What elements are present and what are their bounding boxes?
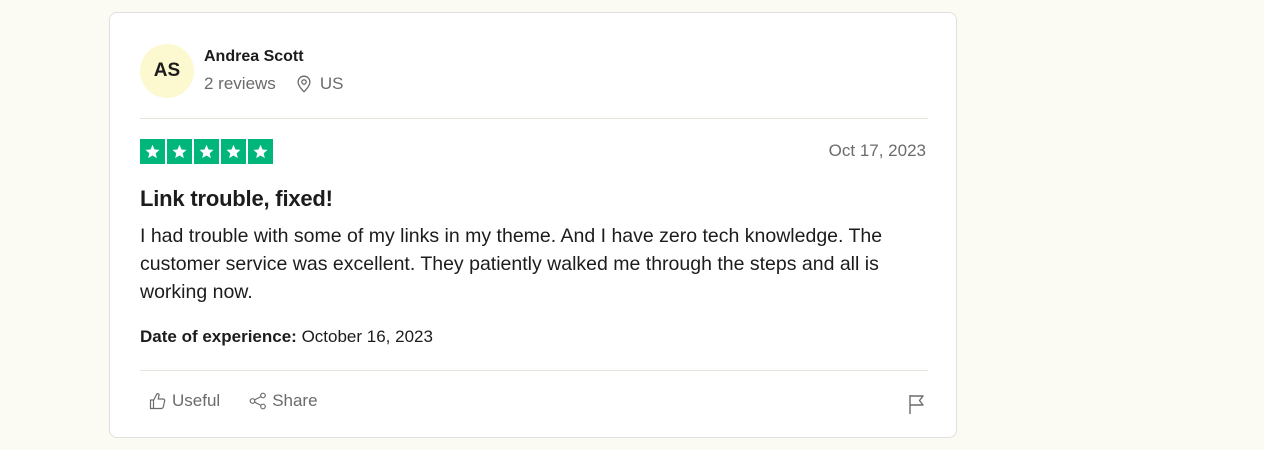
experience-label: Date of experience: <box>140 327 297 346</box>
star-icon <box>194 139 219 164</box>
share-icon <box>249 392 267 410</box>
share-label: Share <box>272 391 318 410</box>
header-divider <box>140 118 928 119</box>
share-button[interactable]: Share <box>248 391 318 411</box>
map-pin-icon <box>297 75 311 93</box>
star-icon <box>248 139 273 164</box>
report-button[interactable] <box>907 393 927 420</box>
useful-label: Useful <box>172 391 221 410</box>
useful-button[interactable]: Useful <box>148 391 220 411</box>
star-icon <box>221 139 246 164</box>
thumbs-up-icon <box>149 393 166 410</box>
star-rating <box>140 139 273 164</box>
star-icon <box>167 139 192 164</box>
review-title[interactable]: Link trouble, fixed! <box>140 185 333 213</box>
review-card: AS Andrea Scott 2 reviews US Oct 17, 202… <box>109 12 957 438</box>
reviews-count: 2 reviews <box>204 73 276 93</box>
date-of-experience: Date of experience: October 16, 2023 <box>140 327 433 347</box>
footer-divider <box>140 370 928 371</box>
consumer-name[interactable]: Andrea Scott <box>204 47 343 67</box>
experience-date: October 16, 2023 <box>301 327 433 346</box>
consumer-location: US <box>296 73 344 94</box>
avatar[interactable]: AS <box>140 44 194 98</box>
star-icon <box>140 139 165 164</box>
review-body: I had trouble with some of my links in m… <box>140 225 883 303</box>
consumer-info: Andrea Scott 2 reviews US <box>204 47 343 94</box>
consumer-meta: 2 reviews US <box>204 74 343 94</box>
location-label: US <box>319 73 344 93</box>
flag-icon <box>909 395 924 414</box>
review-actions: Useful Share <box>148 391 346 411</box>
review-date: Oct 17, 2023 <box>828 141 926 160</box>
consumer-header: AS Andrea Scott 2 reviews US <box>140 43 343 99</box>
